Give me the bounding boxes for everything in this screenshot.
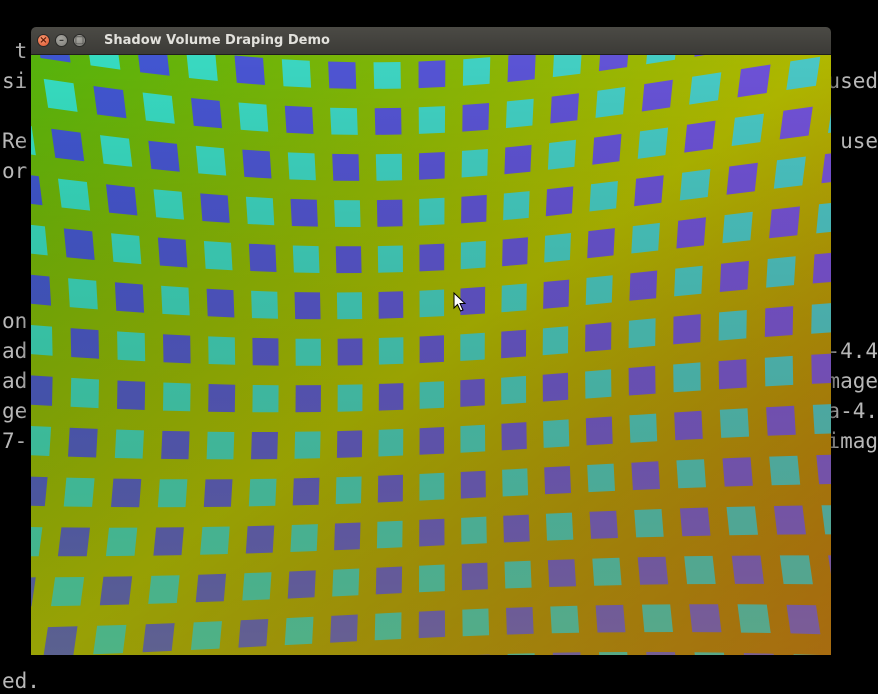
draped-grid-canvas[interactable] (31, 55, 831, 655)
app-window[interactable]: × – □ Shadow Volume Draping Demo (31, 27, 831, 655)
terminal-text-left: t (2, 39, 28, 63)
mouse-pointer-icon (453, 291, 467, 316)
terminal-text-right: -4.4 (827, 339, 878, 363)
terminal-text-left: on (2, 309, 28, 333)
render-viewport[interactable] (31, 55, 831, 655)
title-bar[interactable]: × – □ Shadow Volume Draping Demo (31, 27, 831, 55)
terminal-text-left: ad (2, 369, 28, 393)
terminal-text-right: use (840, 129, 878, 153)
terminal-text-right: a-4. (827, 399, 878, 423)
terminal-text-left: si (2, 69, 28, 93)
maximize-button[interactable]: □ (73, 34, 86, 47)
terminal-text-left: Re (2, 129, 28, 153)
minimize-button[interactable]: – (55, 34, 68, 47)
terminal-text-left: or (2, 159, 28, 183)
terminal-text-right: used (827, 69, 878, 93)
window-title: Shadow Volume Draping Demo (104, 33, 330, 48)
close-button[interactable]: × (37, 34, 50, 47)
terminal-text-right: imag (827, 429, 878, 453)
shade-overlay (31, 55, 831, 655)
terminal-text-left: ed. (2, 669, 40, 693)
terminal-text-left: ad (2, 339, 28, 363)
terminal-text-left: ge (2, 399, 28, 423)
terminal-text-left: 7- (2, 429, 28, 453)
